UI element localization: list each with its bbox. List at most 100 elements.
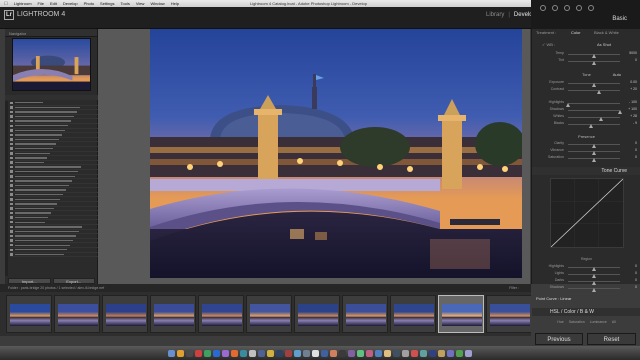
dock-app-icon[interactable]	[330, 349, 337, 357]
dock-app-icon[interactable]	[393, 349, 400, 357]
slider-track[interactable]	[568, 53, 620, 58]
apple-icon[interactable]: 	[4, 1, 8, 7]
bw-tab[interactable]: B & W	[580, 309, 594, 315]
slider-value[interactable]: 0	[623, 264, 637, 268]
tone-curve-graph[interactable]	[550, 178, 624, 248]
hsl-luminance-tab[interactable]: Luminance	[590, 320, 607, 326]
filmstrip-thumbnail[interactable]	[246, 295, 292, 333]
slider-vibrance[interactable]: Vibrance 0	[536, 148, 637, 155]
slider-thumb[interactable]	[592, 273, 596, 278]
dock-app-icon[interactable]	[222, 349, 229, 357]
slider-value[interactable]: + 28	[623, 114, 637, 118]
slider-value[interactable]: + 100	[623, 107, 637, 111]
dock-app-icon[interactable]	[357, 349, 364, 357]
dock-app-icon[interactable]	[456, 349, 463, 357]
dock-app-icon[interactable]	[213, 349, 220, 357]
slider-thumb[interactable]	[592, 280, 596, 285]
slider-thumb[interactable]	[589, 123, 594, 128]
slider-thumb[interactable]	[597, 89, 602, 94]
eyedropper-icon[interactable]: ✓	[542, 42, 545, 47]
slider-thumb[interactable]	[592, 287, 596, 292]
reset-button[interactable]: Reset	[587, 333, 636, 345]
treatment-color[interactable]: Color	[571, 30, 581, 35]
slider-thumb[interactable]	[618, 109, 622, 114]
slider-value[interactable]: 0	[623, 155, 637, 159]
filmstrip-thumbnail[interactable]	[102, 295, 148, 333]
hsl-saturation-tab[interactable]: Saturation	[569, 320, 585, 326]
dock-app-icon[interactable]	[348, 349, 355, 357]
filmstrip-thumbnail[interactable]	[486, 295, 531, 333]
filmstrip-thumbnail[interactable]	[294, 295, 340, 333]
collections-header[interactable]	[5, 95, 98, 100]
slider-shadows[interactable]: Shadows 0	[536, 285, 637, 292]
slider-value[interactable]: 0	[623, 285, 637, 289]
color-tab[interactable]: Color	[564, 309, 576, 315]
hsl-all-tab[interactable]: All	[612, 320, 616, 326]
dock-app-icon[interactable]	[168, 349, 175, 357]
dock-app-icon[interactable]	[267, 349, 274, 357]
dock-app-icon[interactable]	[366, 349, 373, 357]
dock-app-icon[interactable]	[276, 349, 283, 357]
dock-app-icon[interactable]	[420, 349, 427, 357]
slider-lights[interactable]: Lights 0	[536, 271, 637, 278]
slider-value[interactable]: 0	[623, 278, 637, 282]
tone-auto-button[interactable]: Auto	[613, 72, 621, 77]
filmstrip-thumbnail[interactable]	[6, 295, 52, 333]
dock-app-icon[interactable]	[384, 349, 391, 357]
slider-track[interactable]	[568, 116, 620, 121]
slider-track[interactable]	[568, 266, 620, 271]
slider-value[interactable]: - 100	[623, 100, 637, 104]
dock-app-icon[interactable]	[465, 349, 472, 357]
dock-app-icon[interactable]	[447, 349, 454, 357]
filmstrip-filter[interactable]: Filter :	[509, 284, 519, 292]
slider-track[interactable]	[568, 82, 620, 87]
dock-app-icon[interactable]	[321, 349, 328, 357]
slider-darks[interactable]: Darks 0	[536, 278, 637, 285]
slider-thumb[interactable]	[592, 60, 596, 65]
slider-thumb[interactable]	[599, 116, 604, 121]
menu-edit[interactable]: Edit	[50, 1, 57, 6]
menu-lightroom[interactable]: Lightroom	[14, 1, 32, 6]
dock-app-icon[interactable]	[438, 349, 445, 357]
slider-track[interactable]	[568, 273, 620, 278]
dock-app-icon[interactable]	[195, 349, 202, 357]
hsl-header[interactable]: HSL / Color / B & W	[532, 308, 640, 316]
dock-app-icon[interactable]	[285, 349, 292, 357]
slider-thumb[interactable]	[592, 157, 596, 162]
slider-value[interactable]: 0.00	[623, 80, 637, 84]
dock-app-icon[interactable]	[375, 349, 382, 357]
slider-clarity[interactable]: Clarity 0	[536, 141, 637, 148]
filmstrip-info[interactable]: Folder : paris-bridge 20 photos / 1 sele…	[8, 286, 104, 290]
slider-value[interactable]: + 20	[623, 87, 637, 91]
previous-button[interactable]: Previous	[535, 333, 583, 345]
slider-track[interactable]	[568, 60, 620, 65]
hsl-hue-tab[interactable]: Hue	[557, 320, 563, 326]
redeye-icon[interactable]	[564, 5, 570, 11]
menu-window[interactable]: Window	[150, 1, 164, 6]
navigator-preview[interactable]	[12, 38, 91, 91]
menu-view[interactable]: View	[136, 1, 145, 6]
filmstrip-thumbnail[interactable]	[342, 295, 388, 333]
slider-value[interactable]: 0	[623, 148, 637, 152]
slider-contrast[interactable]: Contrast + 20	[536, 87, 637, 94]
dock-app-icon[interactable]	[186, 349, 193, 357]
slider-value[interactable]: 0	[623, 271, 637, 275]
slider-track[interactable]	[568, 123, 620, 128]
menu-help[interactable]: Help	[171, 1, 179, 6]
slider-track[interactable]	[568, 109, 622, 114]
slider-track[interactable]	[568, 89, 620, 94]
dock-app-icon[interactable]	[240, 349, 247, 357]
slider-track[interactable]	[568, 157, 620, 162]
slider-value[interactable]: 0	[623, 58, 637, 62]
slider-value[interactable]: - 9	[623, 121, 637, 125]
slider-track[interactable]	[568, 280, 620, 285]
dock-app-icon[interactable]	[231, 349, 238, 357]
slider-thumb[interactable]	[592, 53, 596, 58]
menu-tools[interactable]: Tools	[121, 1, 130, 6]
slider-thumb[interactable]	[592, 143, 596, 148]
filmstrip-thumbnail[interactable]	[390, 295, 436, 333]
dock-app-icon[interactable]	[249, 349, 256, 357]
filmstrip-thumbnail[interactable]	[150, 295, 196, 333]
slider-highlights[interactable]: Highlights 0	[536, 264, 637, 271]
collection-row[interactable]	[10, 253, 98, 258]
